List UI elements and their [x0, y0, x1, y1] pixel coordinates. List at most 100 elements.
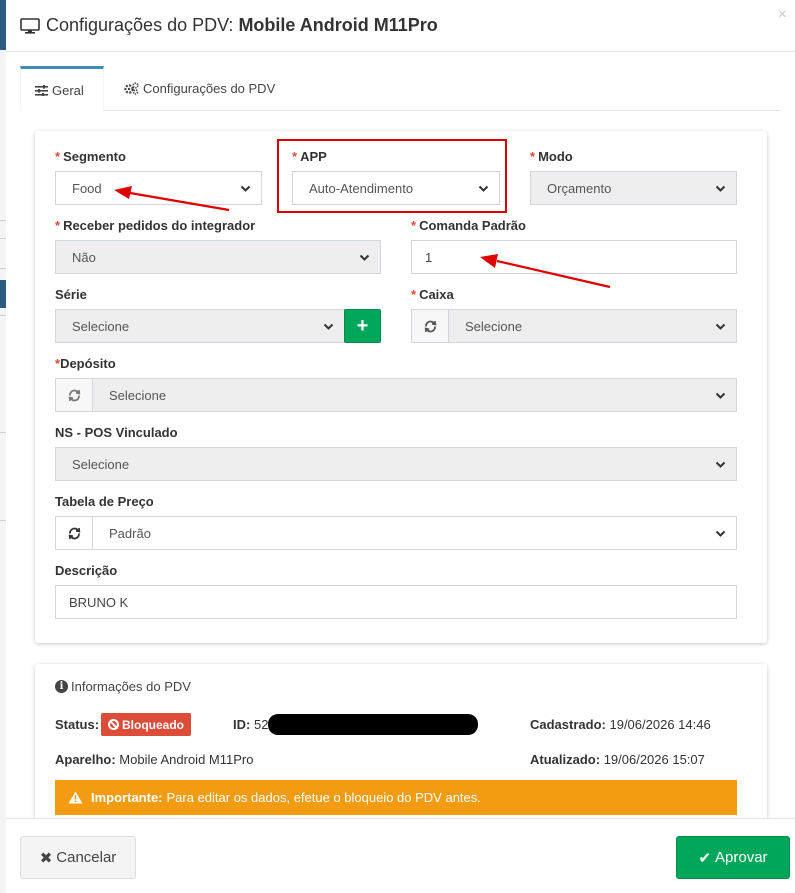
receber-pedidos-value: Não	[72, 249, 96, 265]
aparelho-field: Aparelho: Mobile Android M11Pro	[55, 752, 253, 767]
comanda-padrao-input[interactable]: 1	[411, 240, 737, 274]
atualizado-value: 19/06/2026 15:07	[603, 752, 705, 767]
monitor-icon	[20, 17, 40, 34]
caixa-value: Selecione	[465, 318, 523, 334]
tab-geral-label: Geral	[52, 82, 84, 98]
chevron-down-icon	[323, 323, 334, 330]
status-label: Status:	[55, 717, 99, 732]
serie-select[interactable]: Selecione	[55, 309, 345, 343]
required-mark: *	[55, 218, 61, 233]
id-value: 52	[253, 717, 269, 732]
cadastrado-field: Cadastrado: 19/06/2026 14:46	[530, 717, 711, 732]
ban-icon	[108, 719, 119, 730]
tab-configuracoes-pdv-label: Configurações do PDV	[143, 81, 276, 96]
segmento-label: * Segmento	[55, 149, 126, 164]
tab-configuracoes-pdv[interactable]: Configurações do PDV	[110, 66, 289, 111]
atualizado-label: Atualizado:	[530, 752, 601, 767]
modal-title-prefix: Configurações do PDV:	[46, 15, 234, 35]
cadastrado-value: 19/06/2026 14:46	[609, 717, 711, 732]
chevron-down-icon	[715, 185, 726, 192]
required-mark: *	[530, 149, 536, 164]
approve-button[interactable]: ✔ Aprovar	[676, 836, 790, 879]
descricao-input[interactable]: BRUNO K	[55, 585, 737, 619]
ns-pos-select[interactable]: Selecione	[55, 447, 737, 481]
cancel-button[interactable]: ✖ Cancelar	[20, 836, 136, 879]
caixa-select[interactable]: Selecione	[448, 309, 737, 343]
chevron-down-icon	[715, 323, 726, 330]
info-circle-icon: i	[55, 680, 68, 693]
segmento-value: Food	[72, 180, 102, 196]
modo-label-text: Modo	[538, 149, 573, 164]
serie-label: Série	[55, 287, 87, 302]
times-icon: ✖	[39, 849, 53, 867]
comanda-padrao-label-text: Comanda Padrão	[419, 218, 526, 233]
comanda-padrao-value: 1	[425, 249, 433, 265]
chevron-down-icon	[715, 392, 726, 399]
receber-pedidos-label: * Receber pedidos do integrador	[55, 218, 255, 233]
cadastrado-label: Cadastrado:	[530, 717, 606, 732]
annotation-highlight-box	[277, 139, 507, 213]
modal-title: Configurações do PDV: Mobile Android M11…	[20, 15, 438, 36]
deposito-refresh-button[interactable]	[55, 378, 93, 412]
segmento-label-text: Segmento	[63, 149, 126, 164]
required-mark: *	[411, 218, 417, 233]
caixa-refresh-button[interactable]	[411, 309, 449, 343]
status-badge: Bloqueado	[101, 713, 191, 736]
descricao-label: Descrição	[55, 563, 118, 578]
sliders-icon	[35, 84, 48, 96]
chevron-down-icon	[715, 461, 726, 468]
tabela-preco-label: Tabela de Preço	[55, 494, 154, 509]
comanda-padrao-label: * Comanda Padrão	[411, 218, 526, 233]
modal-header: Configurações do PDV: Mobile Android M11…	[6, 0, 795, 52]
modo-label: * Modo	[530, 149, 573, 164]
refresh-icon	[424, 320, 436, 332]
refresh-icon	[68, 527, 80, 539]
caixa-label: * Caixa	[411, 287, 454, 302]
ns-pos-value: Selecione	[72, 456, 130, 472]
segmento-select[interactable]: Food	[55, 171, 262, 205]
required-mark: *	[55, 149, 61, 164]
aparelho-label: Aparelho:	[55, 752, 116, 767]
deposito-label: *Depósito	[55, 356, 116, 371]
refresh-icon	[68, 389, 80, 401]
status-label-text: Status:	[55, 717, 100, 732]
cancel-button-label: Cancelar	[56, 849, 117, 866]
approve-button-label: Aprovar	[715, 849, 768, 866]
tab-bar: Geral Configurações do PDV	[20, 66, 780, 111]
alert-strong: Importante:	[91, 790, 163, 805]
redaction-bar	[268, 714, 478, 735]
plus-icon: +	[356, 314, 369, 337]
check-icon: ✔	[698, 849, 712, 867]
deposito-select[interactable]: Selecione	[92, 378, 737, 412]
serie-value: Selecione	[72, 318, 130, 334]
chevron-down-icon	[359, 254, 370, 261]
info-title-text: Informações do PDV	[71, 679, 191, 694]
close-icon[interactable]: ×	[778, 6, 787, 24]
modo-value: Orçamento	[547, 180, 612, 196]
id-field: ID: 52	[233, 717, 268, 732]
info-title: i Informações do PDV	[55, 679, 191, 694]
modal-title-device: Mobile Android M11Pro	[238, 15, 438, 35]
warning-icon	[68, 791, 83, 804]
cogs-icon	[124, 82, 139, 95]
deposito-value: Selecione	[109, 387, 167, 403]
warning-alert: Importante: Para editar os dados, efetue…	[55, 780, 737, 815]
tabela-preco-refresh-button[interactable]	[55, 516, 93, 550]
tabela-preco-select[interactable]: Padrão	[92, 516, 737, 550]
id-label: ID:	[233, 717, 251, 732]
receber-pedidos-select[interactable]: Não	[55, 240, 381, 274]
modal-footer: ✖ Cancelar ✔ Aprovar	[6, 818, 795, 893]
descricao-value: BRUNO K	[69, 594, 129, 610]
chevron-down-icon	[240, 185, 251, 192]
atualizado-field: Atualizado: 19/06/2026 15:07	[530, 752, 705, 767]
alert-text: Para editar os dados, efetue o bloqueio …	[166, 790, 481, 805]
tabela-preco-value: Padrão	[109, 525, 151, 541]
receber-pedidos-label-text: Receber pedidos do integrador	[63, 218, 256, 233]
tab-geral[interactable]: Geral	[20, 66, 104, 111]
chevron-down-icon	[715, 530, 726, 537]
status-badge-text: Bloqueado	[122, 717, 184, 732]
caixa-label-text: Caixa	[419, 287, 454, 302]
required-mark: *	[411, 287, 417, 302]
modo-select[interactable]: Orçamento	[530, 171, 737, 205]
add-serie-button[interactable]: +	[344, 309, 381, 343]
